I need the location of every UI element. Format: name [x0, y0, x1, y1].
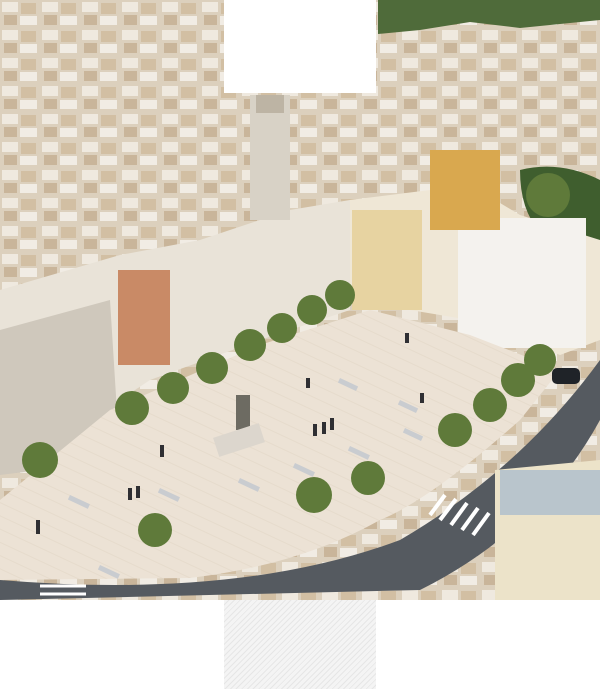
- bell-tower: [250, 95, 290, 220]
- ochre-building: [430, 150, 500, 230]
- white-building-right: [458, 218, 586, 348]
- hatched-overlay-block: [224, 600, 376, 689]
- bell-tower-top: [256, 95, 284, 113]
- white-overlay-block: [224, 0, 376, 93]
- yellow-building: [352, 210, 422, 310]
- monument: [236, 395, 250, 430]
- orange-building: [118, 270, 170, 365]
- car: [552, 368, 580, 384]
- bottom-right-roof: [500, 470, 600, 515]
